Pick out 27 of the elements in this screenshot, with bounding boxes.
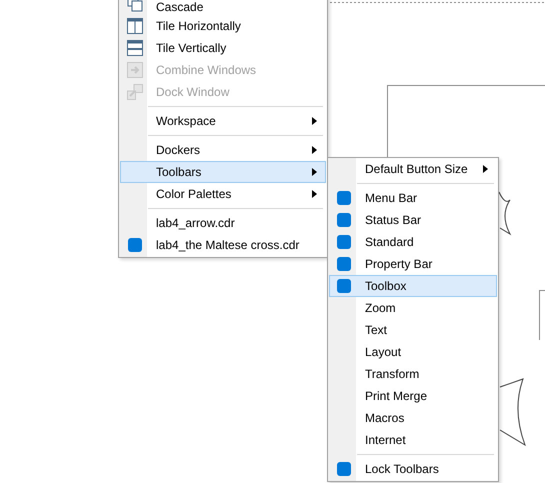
menu-item[interactable]: Print Merge bbox=[329, 385, 497, 407]
menu-item[interactable]: Standard bbox=[329, 231, 497, 253]
menu-item[interactable]: Toolbox bbox=[329, 275, 497, 297]
combine-windows-icon bbox=[126, 62, 142, 78]
menu-item[interactable]: Dockers bbox=[120, 139, 326, 161]
menu-item[interactable]: Toolbars bbox=[120, 161, 326, 183]
menu-item[interactable]: Color Palettes bbox=[120, 183, 326, 205]
stacked-windows-icon bbox=[126, 40, 142, 56]
menu-item[interactable]: Tile Horizontally bbox=[120, 15, 326, 37]
menu-item[interactable]: Layout bbox=[329, 341, 497, 363]
menu-item[interactable]: lab4_the Maltese cross.cdr bbox=[120, 234, 326, 256]
menu-item[interactable]: lab4_arrow.cdr bbox=[120, 212, 326, 234]
menu-item[interactable]: Menu Bar bbox=[329, 187, 497, 209]
menu-item[interactable]: Transform bbox=[329, 363, 497, 385]
menu-item[interactable]: Tile Vertically bbox=[120, 37, 326, 59]
menu-item[interactable]: Lock Toolbars bbox=[329, 458, 497, 480]
dock-window-icon bbox=[126, 84, 142, 100]
menu-item[interactable]: Internet bbox=[329, 429, 497, 451]
menu-item[interactable]: Workspace bbox=[120, 110, 326, 132]
side-by-side-windows-icon bbox=[126, 18, 142, 34]
menu-item[interactable]: Macros bbox=[329, 407, 497, 429]
menu-item[interactable]: Property Bar bbox=[329, 253, 497, 275]
menu-item[interactable]: Status Bar bbox=[329, 209, 497, 231]
menu-item[interactable]: Cascade bbox=[120, 0, 326, 15]
menu-item[interactable]: Zoom bbox=[329, 297, 497, 319]
menu-item[interactable]: Text bbox=[329, 319, 497, 341]
menu-item[interactable]: Default Button Size bbox=[329, 158, 497, 180]
